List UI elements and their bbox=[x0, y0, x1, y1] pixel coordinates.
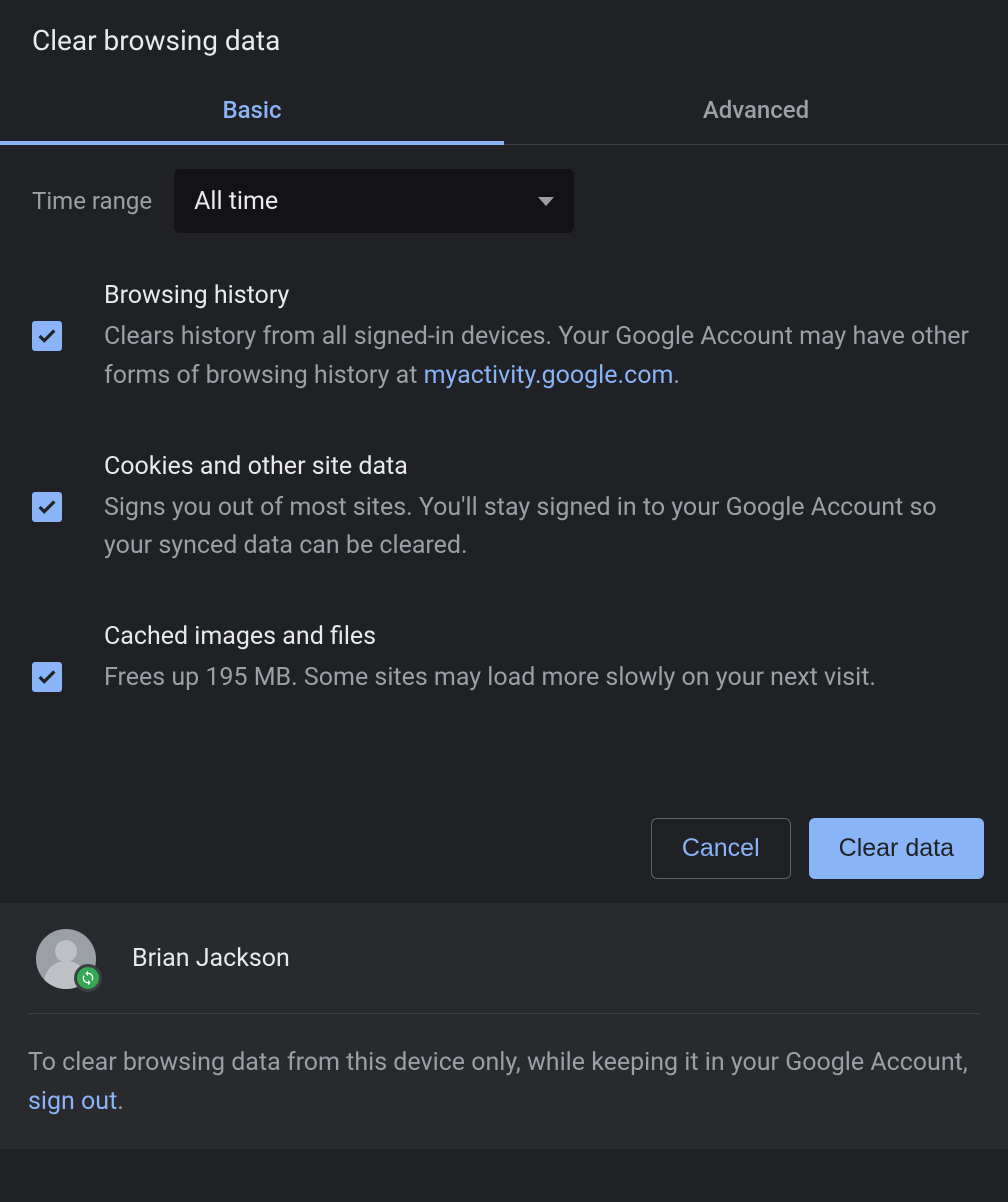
browsing-history-description: Clears history from all signed-in device… bbox=[104, 318, 976, 396]
browsing-desc-post: . bbox=[673, 361, 680, 390]
cookies-item: Cookies and other site data Signs you ou… bbox=[32, 452, 976, 567]
cookies-content: Cookies and other site data Signs you ou… bbox=[104, 452, 976, 567]
tab-basic[interactable]: Basic bbox=[0, 75, 504, 144]
tabs-container: Basic Advanced bbox=[0, 75, 1008, 145]
browsing-history-content: Browsing history Clears history from all… bbox=[104, 281, 976, 396]
chevron-down-icon bbox=[538, 197, 554, 206]
footer-text: To clear browsing data from this device … bbox=[28, 1014, 980, 1122]
cache-title: Cached images and files bbox=[104, 622, 976, 651]
avatar-head bbox=[55, 940, 77, 962]
cookies-checkbox[interactable] bbox=[32, 492, 62, 522]
time-range-value: All time bbox=[194, 187, 538, 216]
browsing-history-title: Browsing history bbox=[104, 281, 976, 310]
dialog-buttons: Cancel Clear data bbox=[0, 818, 1008, 903]
cookies-description: Signs you out of most sites. You'll stay… bbox=[104, 489, 976, 567]
check-icon bbox=[36, 666, 58, 688]
cookies-title: Cookies and other site data bbox=[104, 452, 976, 481]
footer-text-pre: To clear browsing data from this device … bbox=[28, 1048, 968, 1077]
user-name: Brian Jackson bbox=[132, 944, 290, 973]
footer-text-post: . bbox=[117, 1087, 124, 1116]
browsing-history-item: Browsing history Clears history from all… bbox=[32, 281, 976, 396]
dialog-title: Clear browsing data bbox=[0, 0, 1008, 75]
clear-data-button[interactable]: Clear data bbox=[809, 818, 984, 879]
check-icon bbox=[36, 325, 58, 347]
sign-out-link[interactable]: sign out bbox=[28, 1087, 117, 1116]
cache-item: Cached images and files Frees up 195 MB.… bbox=[32, 622, 976, 698]
cancel-button[interactable]: Cancel bbox=[651, 818, 791, 879]
footer: Brian Jackson To clear browsing data fro… bbox=[0, 903, 1008, 1150]
sync-icon bbox=[74, 964, 102, 992]
tab-advanced[interactable]: Advanced bbox=[504, 75, 1008, 144]
dialog-content: Time range All time Browsing history Cle… bbox=[0, 145, 1008, 698]
myactivity-link[interactable]: myactivity.google.com bbox=[424, 361, 674, 390]
time-range-select[interactable]: All time bbox=[174, 169, 574, 233]
cache-content: Cached images and files Frees up 195 MB.… bbox=[104, 622, 976, 698]
avatar-wrapper bbox=[36, 929, 96, 989]
time-range-row: Time range All time bbox=[32, 169, 976, 233]
user-row: Brian Jackson bbox=[28, 903, 980, 1014]
cache-description: Frees up 195 MB. Some sites may load mor… bbox=[104, 659, 976, 698]
cache-checkbox[interactable] bbox=[32, 662, 62, 692]
time-range-label: Time range bbox=[32, 187, 152, 215]
check-icon bbox=[36, 496, 58, 518]
browsing-history-checkbox[interactable] bbox=[32, 321, 62, 351]
